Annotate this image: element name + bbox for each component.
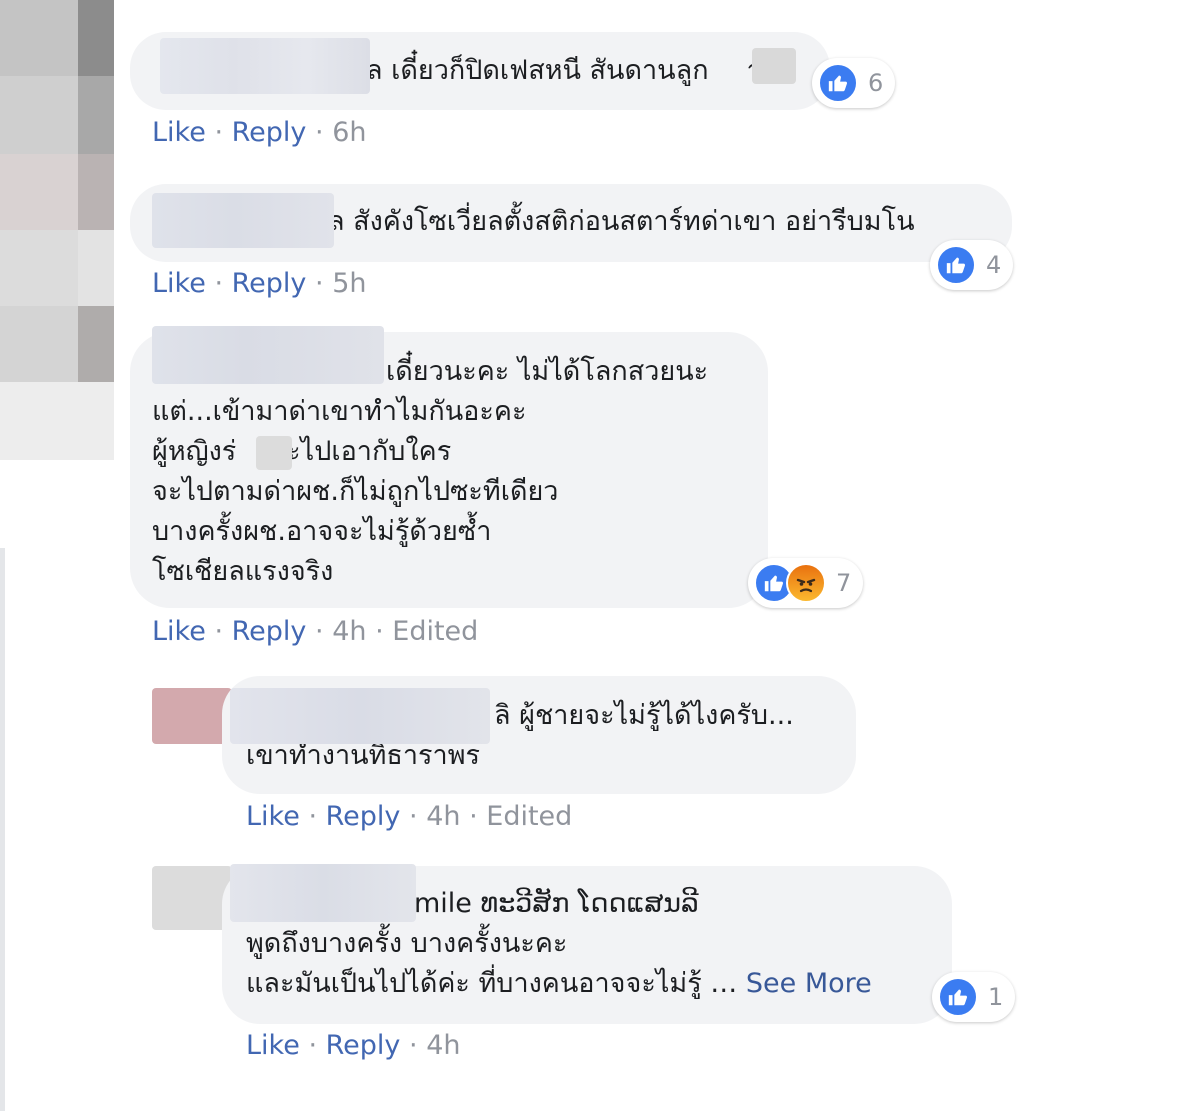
separator: · (469, 801, 478, 832)
thread-line (0, 548, 5, 1111)
comment-text: เดี๋ยวนะคะ ไม่ได้โลกสวยนะ แต่...เข้ามาด่… (152, 352, 708, 592)
separator: · (214, 268, 224, 299)
reaction-summary[interactable]: 7 (748, 558, 864, 608)
reply-link[interactable]: Reply (232, 117, 307, 148)
reaction-count: 7 (836, 569, 852, 597)
timestamp[interactable]: 4h (426, 1030, 460, 1061)
edited-label[interactable]: Edited (392, 616, 478, 647)
redacted-author-name (152, 326, 384, 384)
timestamp[interactable]: 4h (426, 801, 460, 832)
reaction-count: 1 (988, 983, 1004, 1011)
like-link[interactable]: Like (246, 1030, 300, 1061)
reply-link[interactable]: Reply (232, 616, 307, 647)
like-link[interactable]: Like (152, 616, 206, 647)
reply-link[interactable]: Reply (232, 268, 307, 299)
separator: · (308, 1030, 318, 1061)
redacted-author-name (160, 38, 370, 94)
redacted-word (256, 436, 292, 470)
angry-reaction-icon (786, 563, 826, 603)
reply-actions: Like · Reply · 4h · Edited (246, 799, 572, 835)
redacted-author-name (230, 864, 416, 922)
separator: · (214, 616, 224, 647)
redacted-author-name (230, 688, 490, 744)
timestamp[interactable]: 6h (332, 117, 366, 148)
edited-label[interactable]: Edited (486, 801, 572, 832)
avatar (152, 688, 232, 744)
comment-actions: Like · Reply · 4h · Edited (152, 614, 478, 650)
like-reaction-icon (936, 245, 976, 285)
reaction-count: 6 (868, 69, 884, 97)
separator: · (409, 801, 418, 832)
comment-line: จะไปตามด่าผช.ก็ไม่ถูกไปซะทีเดียว (152, 476, 559, 507)
reply-actions: Like · Reply · 4h (246, 1028, 460, 1064)
comment-line: ผู้หญิงร่ จะไปเอากับใคร (152, 436, 452, 467)
reaction-count: 4 (986, 251, 1002, 279)
like-reaction-icon (938, 977, 978, 1017)
reply-link[interactable]: Reply (326, 801, 401, 832)
like-link[interactable]: Like (152, 268, 206, 299)
like-link[interactable]: Like (246, 801, 300, 832)
reaction-summary[interactable]: 1 (932, 972, 1016, 1022)
avatar (152, 866, 232, 930)
like-link[interactable]: Like (152, 117, 206, 148)
timestamp[interactable]: 4h (332, 616, 366, 647)
reply-link[interactable]: Reply (326, 1030, 401, 1061)
separator: · (409, 1030, 418, 1061)
reaction-summary[interactable]: 4 (930, 240, 1014, 290)
comment-actions: Like · Reply · 6h (152, 115, 366, 151)
blurred-sidebar-image (0, 0, 114, 460)
redacted-author-name (152, 193, 334, 248)
separator: · (308, 801, 318, 832)
see-more-link[interactable]: See More (746, 968, 872, 999)
reply-line: และมันเป็นไปได้ค่ะ ที่บางคนอาจจะไม่รู้ …… (246, 968, 872, 999)
redacted-word (752, 48, 796, 84)
separator: · (315, 117, 324, 148)
separator: · (315, 616, 324, 647)
separator: · (375, 616, 384, 647)
comment-line: บางครั้งผช.อาจจะไม่รู้ด้วยซ้ำ (152, 516, 492, 547)
separator: · (315, 268, 324, 299)
reaction-summary[interactable]: 6 (812, 58, 896, 108)
separator: · (214, 117, 224, 148)
timestamp[interactable]: 5h (332, 268, 366, 299)
comment-actions: Like · Reply · 5h (152, 266, 366, 302)
comment-line: โซเชียลแรงจริง (152, 556, 334, 587)
like-reaction-icon (818, 63, 858, 103)
reply-line: พูดถึงบางครั้ง บางครั้งนะคะ (246, 928, 568, 959)
comment-line: แต่...เข้ามาด่าเขาทำไมกันอะคะ (152, 396, 527, 427)
